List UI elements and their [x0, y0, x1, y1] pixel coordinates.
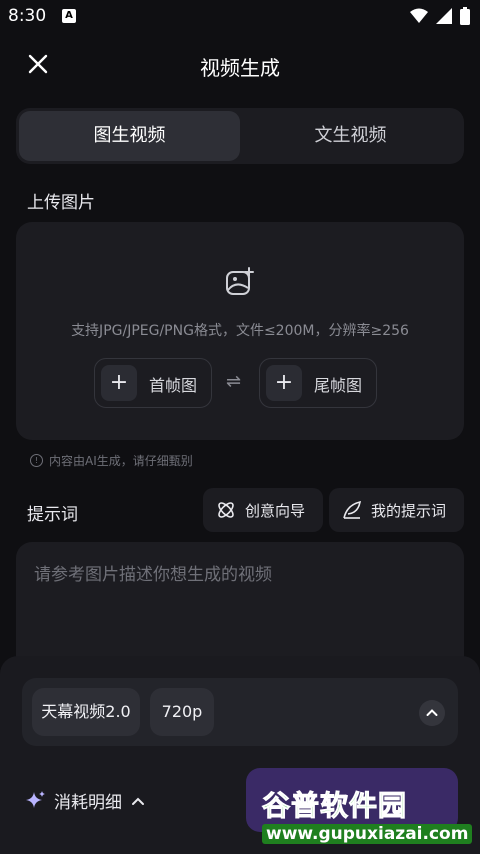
- resolution-chip[interactable]: 720p: [150, 688, 214, 736]
- page-title: 视频生成: [200, 56, 280, 80]
- ai-disclaimer-text: 内容由AI生成，请仔细甄别: [49, 454, 193, 468]
- notification-icon: A: [62, 9, 76, 23]
- watermark-url: www.gupuxiazai.com: [262, 824, 473, 844]
- add-image-icon: [226, 267, 254, 295]
- chevron-up-icon[interactable]: [419, 700, 445, 726]
- plus-icon: +: [266, 365, 302, 401]
- watermark-brand: 谷普软件园: [262, 789, 408, 823]
- wifi-icon: [410, 8, 428, 23]
- feather-icon: [343, 500, 362, 519]
- last-frame-label: 尾帧图: [314, 376, 363, 395]
- tab-image-to-video[interactable]: 图生视频: [19, 111, 240, 161]
- mode-tabs: 图生视频 文生视频: [16, 108, 464, 164]
- my-prompts-label: 我的提示词: [371, 501, 447, 520]
- watermark: 谷普软件园 www.gupuxiazai.com: [262, 784, 474, 846]
- atom-icon: [218, 502, 234, 518]
- creative-guide-label: 创意向导: [245, 501, 306, 520]
- prompt-section-title: 提示词: [27, 505, 78, 525]
- my-prompts-button[interactable]: 我的提示词: [329, 488, 464, 532]
- cost-details-label: 消耗明细: [54, 793, 122, 813]
- last-frame-button[interactable]: + 尾帧图: [259, 358, 377, 408]
- prompt-placeholder: 请参考图片描述你想生成的视频: [34, 565, 272, 585]
- status-time: 8:30: [8, 6, 47, 26]
- first-frame-button[interactable]: + 首帧图: [94, 358, 212, 408]
- first-frame-label: 首帧图: [149, 376, 198, 395]
- tab-text-to-video[interactable]: 文生视频: [240, 111, 461, 161]
- plus-icon: +: [101, 365, 137, 401]
- status-bar: 8:30 A: [0, 0, 480, 34]
- cost-details-toggle[interactable]: 消耗明细: [24, 788, 146, 813]
- model-chip[interactable]: 天幕视频2.0: [32, 688, 140, 736]
- creative-guide-button[interactable]: 创意向导: [203, 488, 323, 532]
- ai-disclaimer: ! 内容由AI生成，请仔细甄别: [30, 452, 193, 469]
- status-icons: [410, 7, 470, 25]
- sparkle-icon: [26, 790, 45, 808]
- upload-section-title: 上传图片: [27, 193, 95, 213]
- signal-icon: [436, 8, 452, 24]
- swap-icon[interactable]: ⇌: [226, 371, 241, 392]
- info-icon: !: [30, 454, 43, 467]
- upload-hint: 支持JPG/JPEG/PNG格式，文件≤200M，分辨率≥256: [71, 323, 409, 339]
- chevron-up-icon: [132, 797, 144, 805]
- battery-icon: [460, 7, 470, 25]
